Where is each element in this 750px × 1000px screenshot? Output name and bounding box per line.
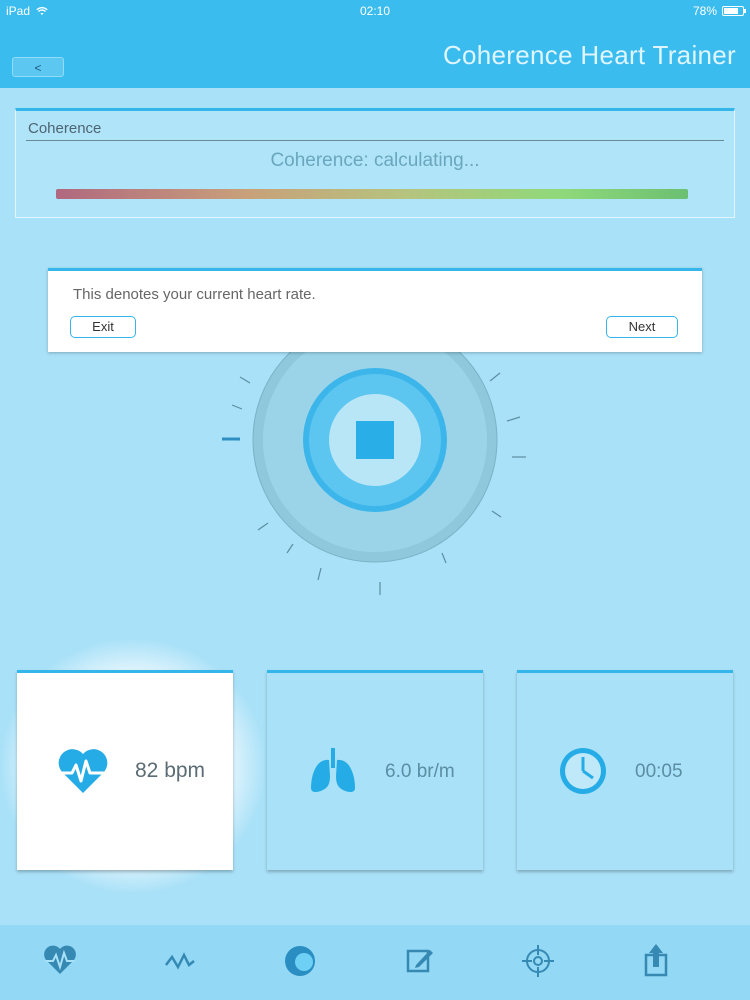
target-icon[interactable] xyxy=(518,941,558,981)
back-button[interactable]: < xyxy=(12,57,64,77)
battery-icon xyxy=(722,6,746,16)
top-bar: iPad 02:10 78% < Coherence Heart Trainer xyxy=(0,0,750,88)
coherence-panel: Coherence Coherence: calculating... xyxy=(15,108,735,218)
page-title: Coherence Heart Trainer xyxy=(442,40,736,70)
session-icon[interactable] xyxy=(280,941,320,981)
breathing-dial xyxy=(222,317,526,595)
tab-bar xyxy=(0,925,750,1000)
timer-value: 00:05 xyxy=(635,761,683,782)
notes-icon[interactable] xyxy=(400,941,440,981)
stop-icon[interactable] xyxy=(356,421,394,459)
heart-icon xyxy=(58,749,108,793)
coherence-gradient-bar xyxy=(56,189,688,199)
clock-icon xyxy=(560,748,606,794)
breath-rate-value: 6.0 br/m xyxy=(385,761,455,782)
exit-button[interactable]: Exit xyxy=(70,316,136,338)
coherence-status: Coherence: calculating... xyxy=(270,150,480,171)
share-icon[interactable] xyxy=(636,941,676,981)
heart-rate-value: 82 bpm xyxy=(135,759,206,782)
coherence-label: Coherence xyxy=(28,120,102,137)
divider xyxy=(26,140,724,141)
tutorial-tooltip: This denotes your current heart rate. Ex… xyxy=(48,268,702,352)
status-bar: iPad 02:10 78% xyxy=(0,0,750,20)
battery-status: 78% xyxy=(692,4,746,18)
battery-percent: 78% xyxy=(692,4,717,18)
tooltip-text: This denotes your current heart rate. xyxy=(73,286,316,303)
lungs-icon xyxy=(311,748,355,793)
next-button[interactable]: Next xyxy=(606,316,678,338)
status-time: 02:10 xyxy=(359,4,391,18)
heart-rate-icon[interactable] xyxy=(40,941,80,981)
timer-card[interactable]: 00:05 xyxy=(517,670,733,870)
heart-rate-card[interactable]: 82 bpm xyxy=(17,670,233,870)
breath-rate-card[interactable]: 6.0 br/m xyxy=(267,670,483,870)
waveform-icon[interactable] xyxy=(160,941,200,981)
